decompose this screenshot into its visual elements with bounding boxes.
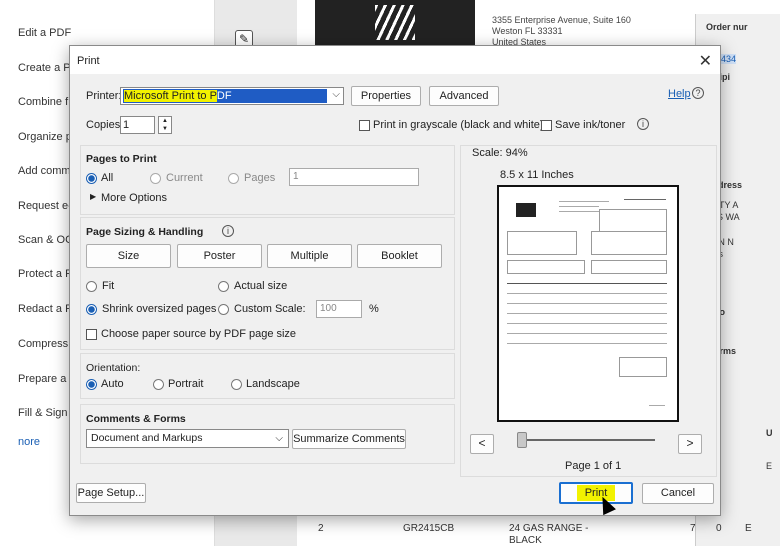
print-preview-thumbnail [497, 185, 679, 422]
next-page-button[interactable]: > [678, 434, 702, 454]
row-number: 2 [318, 523, 324, 534]
prev-page-button[interactable]: < [470, 434, 494, 454]
sidebar-item-fill-sign[interactable]: Fill & Sign [18, 407, 68, 419]
help-icon[interactable]: ? [692, 87, 704, 99]
page-sizing-title: Page Sizing & Handling [86, 226, 204, 238]
properties-button[interactable]: Properties [351, 86, 421, 106]
summarize-comments-button[interactable]: Summarize Comments [292, 429, 406, 449]
chevron-down-icon[interactable]: ⌵ [332, 89, 340, 100]
help-link[interactable]: Help [668, 88, 691, 100]
cancel-button[interactable]: Cancel [642, 483, 714, 504]
document-logo [315, 0, 475, 45]
pages-label: Pages [244, 172, 276, 184]
paper-source-checkbox[interactable] [86, 329, 97, 340]
printer-label: Printer: [86, 90, 122, 102]
copies-label: Copies: [86, 119, 124, 131]
copies-stepper[interactable]: ▲ ▼ [158, 116, 172, 134]
dialog-titlebar: Print ✕ [70, 46, 720, 74]
paper-source-label: Choose paper source by PDF page size [101, 328, 297, 340]
more-options-link[interactable]: More Options [101, 192, 167, 204]
printer-value: Microsoft Print to PDF [123, 89, 327, 103]
dialog-title: Print [77, 55, 100, 67]
pages-radio[interactable] [228, 173, 239, 184]
sidebar-item-protect[interactable]: Protect a P [18, 268, 72, 280]
orientation-title: Orientation: [86, 362, 141, 374]
sidebar-item-redact[interactable]: Redact a P [18, 303, 72, 315]
page-setup-button[interactable]: Page Setup... [76, 483, 146, 503]
sidebar-item-prepare[interactable]: Prepare a f [18, 373, 72, 385]
paper-size-label: 8.5 x 11 Inches [500, 169, 574, 181]
page-count-label: Page 1 of 1 [565, 460, 622, 472]
actual-size-radio[interactable] [218, 281, 229, 292]
shrink-radio[interactable] [86, 304, 97, 315]
size-button[interactable]: Size [86, 244, 171, 268]
thumbnail-logo [516, 203, 536, 217]
fit-label: Fit [102, 280, 115, 292]
multiple-button[interactable]: Multiple [267, 244, 352, 268]
chevron-down-icon[interactable]: ⌵ [275, 430, 283, 447]
fit-radio[interactable] [86, 281, 97, 292]
row-col6: 0 [716, 523, 722, 534]
landscape-radio[interactable] [231, 379, 242, 390]
landscape-label: Landscape [246, 378, 300, 390]
save-ink-label: Save ink/toner [555, 119, 626, 131]
sidebar-item-organize[interactable]: Organize p [18, 131, 72, 143]
info-icon[interactable]: i [637, 118, 649, 130]
pages-to-print-title: Pages to Print [86, 153, 157, 165]
custom-scale-input[interactable]: 100 [316, 300, 362, 318]
booklet-button[interactable]: Booklet [357, 244, 442, 268]
auto-radio[interactable] [86, 379, 97, 390]
actual-size-label: Actual size [234, 280, 288, 292]
grayscale-label: Print in grayscale (black and white) [373, 119, 544, 131]
poster-button[interactable]: Poster [177, 244, 262, 268]
sidebar-item-compress[interactable]: Compress [18, 338, 68, 350]
current-radio[interactable] [150, 173, 161, 184]
sidebar-item-create[interactable]: Create a P [18, 62, 71, 74]
pages-range-input[interactable]: 1 [289, 168, 419, 186]
row-col7: E [745, 523, 752, 534]
document-address: 3355 Enterprise Avenue, Suite 160 Weston… [492, 15, 631, 47]
current-label: Current [166, 172, 203, 184]
sidebar-item-edit[interactable]: Edit a PDF [18, 27, 71, 39]
comments-select[interactable]: Document and Markups ⌵ [86, 429, 289, 448]
sidebar-item-combine[interactable]: Combine f [18, 96, 68, 108]
page-slider-thumb[interactable] [517, 432, 527, 448]
printer-select[interactable]: Microsoft Print to PDF ⌵ [120, 87, 344, 105]
all-radio[interactable] [86, 173, 97, 184]
portrait-label: Portrait [168, 378, 204, 390]
sizing-info-icon[interactable]: i [222, 225, 234, 237]
sidebar-item-scan[interactable]: Scan & OC [18, 234, 73, 246]
all-label: All [101, 172, 114, 184]
portrait-radio[interactable] [153, 379, 164, 390]
save-ink-checkbox[interactable] [541, 120, 552, 131]
row-description-2: BLACK [509, 535, 542, 546]
sidebar-more-link[interactable]: nore [18, 436, 40, 448]
scale-label: Scale: 94% [472, 147, 528, 159]
percent-label: % [369, 303, 379, 315]
row-description: 24 GAS RANGE - [509, 523, 589, 534]
auto-label: Auto [101, 378, 124, 390]
shrink-label: Shrink oversized pages [102, 303, 217, 315]
row-sku: GR2415CB [403, 523, 455, 534]
custom-scale-radio[interactable] [218, 304, 229, 315]
close-icon[interactable]: ✕ [699, 51, 712, 71]
copies-input[interactable]: 1 [120, 116, 155, 134]
grayscale-checkbox[interactable] [359, 120, 370, 131]
custom-scale-label: Custom Scale: [234, 303, 306, 315]
comments-title: Comments & Forms [86, 413, 186, 425]
page-slider-track[interactable] [521, 439, 655, 441]
row-qty: 7 [690, 523, 696, 534]
sidebar-item-comment[interactable]: Add comm [18, 165, 71, 177]
advanced-button[interactable]: Advanced [429, 86, 499, 106]
orientation-panel [80, 353, 455, 399]
expand-triangle-icon[interactable]: ▶ [90, 192, 96, 201]
sidebar-item-request[interactable]: Request e- [18, 200, 72, 212]
